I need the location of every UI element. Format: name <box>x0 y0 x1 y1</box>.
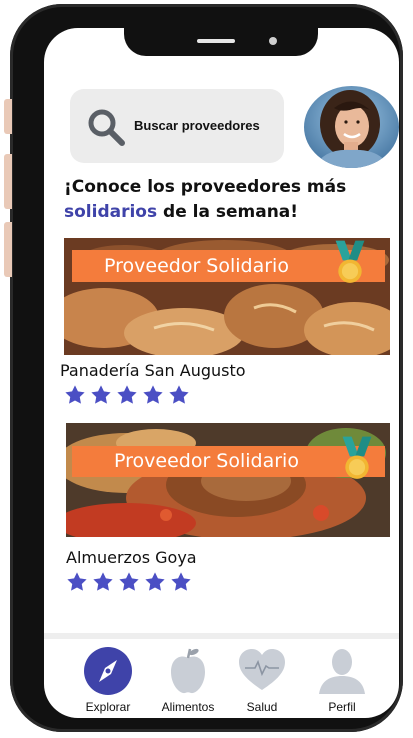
avatar-photo <box>304 86 399 168</box>
star-icon <box>117 385 137 404</box>
nav-divider <box>44 633 399 639</box>
heart-pulse-icon <box>239 649 285 690</box>
provider-name[interactable]: Panadería San Augusto <box>60 361 246 380</box>
star-icon <box>91 385 111 404</box>
search-bar[interactable]: Buscar proveedores <box>70 89 284 163</box>
star-icon <box>169 385 189 404</box>
star-icon <box>171 572 191 591</box>
nav-label: Explorar <box>85 700 131 714</box>
nav-item-alimentos[interactable]: Alimentos <box>148 644 228 716</box>
headline-line2: de la semana! <box>157 202 299 222</box>
nav-item-perfil[interactable]: Perfil <box>302 644 382 716</box>
medal-icon <box>335 240 365 283</box>
person-icon <box>319 649 365 694</box>
rating-stars <box>66 571 192 593</box>
section-headline: ¡Conoce los proveedores más solidarios d… <box>64 175 394 225</box>
front-camera <box>269 37 277 45</box>
side-button <box>4 222 12 277</box>
nav-item-salud[interactable]: Salud <box>222 644 302 716</box>
headline-accent-word: solidarios <box>64 202 158 222</box>
user-avatar[interactable] <box>304 86 399 168</box>
star-icon <box>67 572 87 591</box>
headline-line1: ¡Conoce los proveedores más <box>64 177 347 197</box>
side-button <box>4 154 12 209</box>
provider-name[interactable]: Almuerzos Goya <box>66 548 197 567</box>
badge-label: Proveedor Solidario <box>114 450 299 472</box>
star-icon <box>119 572 139 591</box>
nav-label: Salud <box>246 700 278 714</box>
nav-item-explorar[interactable]: Explorar <box>68 644 148 716</box>
apple-icon <box>171 648 205 694</box>
star-icon <box>93 572 113 591</box>
nav-label: Perfil <box>328 700 356 714</box>
compass-icon <box>84 647 132 695</box>
badge-label: Proveedor Solidario <box>104 255 289 277</box>
search-icon <box>88 109 125 146</box>
medal-icon <box>342 436 372 479</box>
star-icon <box>143 385 163 404</box>
side-button <box>4 99 12 134</box>
phone-notch <box>124 28 318 56</box>
nav-label: Alimentos <box>161 700 215 714</box>
star-icon <box>65 385 85 404</box>
phone-frame: Buscar proveedores ¡Conoce los proveedor… <box>4 4 403 732</box>
app-screen: Buscar proveedores ¡Conoce los proveedor… <box>44 28 399 718</box>
search-label: Buscar proveedores <box>134 118 260 133</box>
speaker-grill <box>197 39 235 43</box>
rating-stars <box>64 384 190 406</box>
star-icon <box>145 572 165 591</box>
